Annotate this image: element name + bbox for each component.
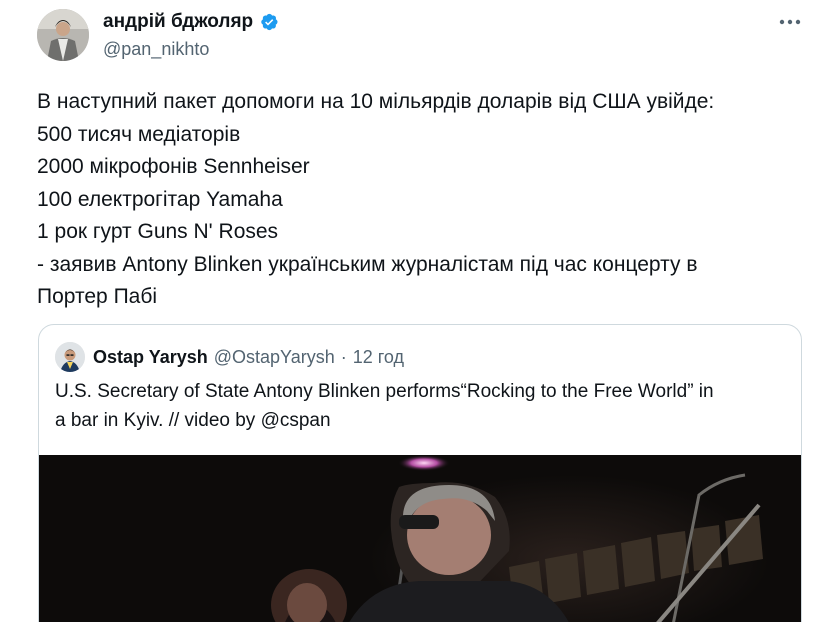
tweet-text-line: 100 електрогітар Yamaha: [37, 187, 283, 211]
author-info: андрій бджоляр @pan_nikhto: [103, 10, 279, 60]
video-thumbnail[interactable]: [39, 455, 801, 622]
author-name-row: андрій бджоляр: [103, 10, 279, 34]
tweet-text-line: 500 тисяч медіаторів: [37, 122, 241, 146]
author-avatar-image: [37, 9, 89, 61]
quoted-text-line: U.S. Secretary of State Antony Blinken p…: [55, 381, 714, 402]
author-display-name[interactable]: андрій бджоляр: [103, 11, 253, 33]
separator-dot: ·: [340, 346, 347, 367]
quoted-tweet-header: Ostap Yarysh @OstapYarysh · 12 год: [55, 342, 404, 372]
quoted-text-line: a bar in Kyiv. // video by @cspan: [55, 410, 331, 431]
quoted-author-name[interactable]: Ostap Yarysh: [93, 347, 208, 368]
quoted-author-handle[interactable]: @OstapYarysh: [214, 347, 335, 368]
more-options-icon[interactable]: [776, 10, 804, 34]
tweet-text-line: - заявив Antony Blinken українським журн…: [37, 252, 698, 276]
tweet-text: В наступний пакет допомоги на 10 мільярд…: [37, 86, 797, 314]
quoted-tweet-time[interactable]: 12 год: [353, 347, 404, 368]
tweet-text-line: В наступний пакет допомоги на 10 мільярд…: [37, 90, 715, 113]
author-avatar[interactable]: [37, 9, 89, 61]
author-handle[interactable]: @pan_nikhto: [103, 39, 279, 60]
quoted-tweet-card[interactable]: Ostap Yarysh @OstapYarysh · 12 год U.S. …: [38, 324, 802, 622]
tweet-text-line: Портер Пабі: [37, 285, 158, 308]
tweet-text-line: 1 рок гурт Guns N' Roses: [37, 220, 279, 243]
tweet: андрій бджоляр @pan_nikhto В наступний п…: [0, 0, 826, 622]
quoted-author-avatar[interactable]: [55, 342, 85, 372]
quoted-tweet-text: U.S. Secretary of State Antony Blinken p…: [55, 377, 785, 435]
tweet-text-line: 2000 мікрофонів Sennheiser: [37, 155, 310, 178]
verified-badge-icon[interactable]: [259, 12, 279, 32]
